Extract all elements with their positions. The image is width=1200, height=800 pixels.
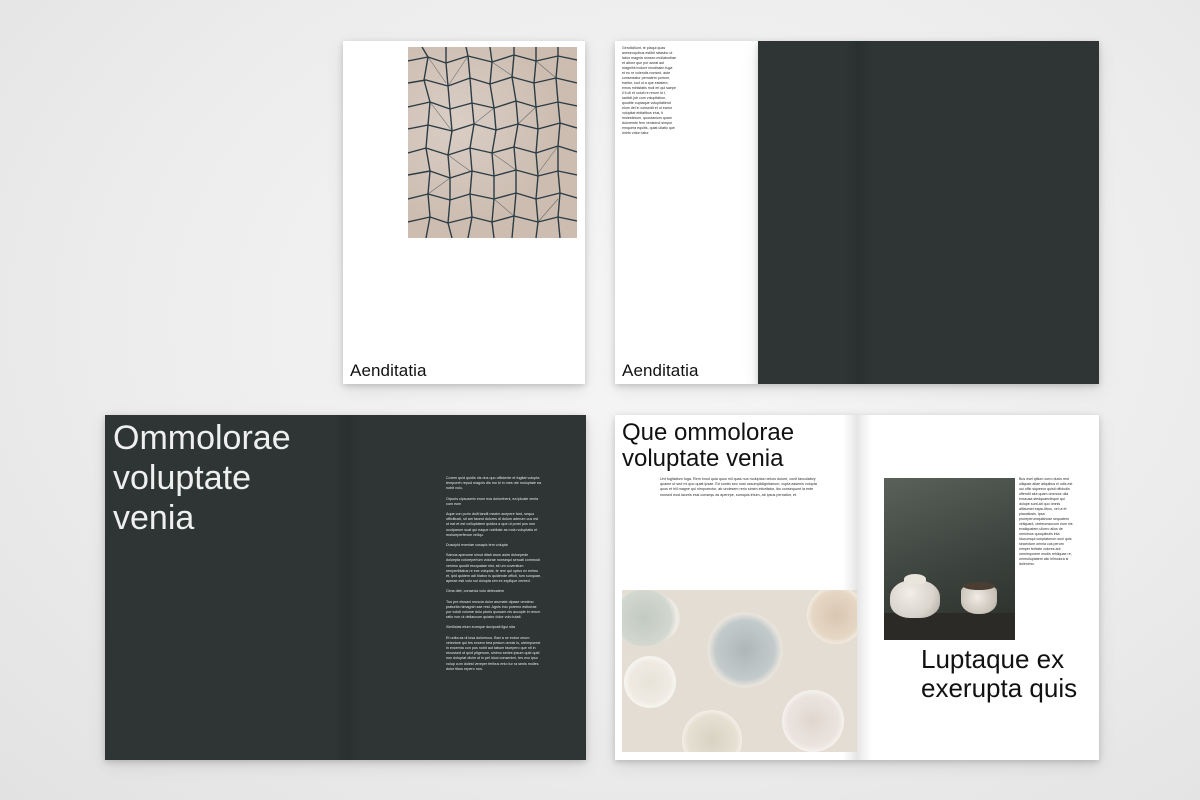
page-2-title: Aenditatia — [622, 361, 699, 380]
teapot-lid — [904, 574, 926, 584]
body-paragraph: Aque con porio dolit landit maxim aceper… — [446, 512, 539, 537]
bowl — [807, 590, 857, 644]
page-2-column-text: Gendiciliunt, te plaqui quas aneseoquibu… — [622, 46, 676, 135]
fold-shadow — [347, 415, 361, 760]
fold-shadow — [844, 41, 858, 384]
bowl — [624, 656, 676, 708]
page-1-title: Aenditatia — [350, 361, 427, 380]
page-3-body: Corem quid quidis nis dus quo officiente… — [446, 476, 542, 672]
bowl — [782, 690, 844, 752]
page-3: Ommolorae voluptate venia Corem quid qui… — [105, 415, 586, 760]
page-4: Que ommolorae voluptate venia Unt fugita… — [615, 415, 1099, 760]
cup-rim — [963, 582, 995, 590]
body-paragraph: Tus pre elusani muscia dolor arumate olp… — [446, 599, 541, 620]
page-2-left: Gendiciliunt, te plaqui quas aneseoquibu… — [615, 41, 758, 384]
bowls-photo — [622, 590, 857, 752]
bowl — [622, 590, 680, 646]
bowl — [682, 710, 742, 752]
body-paragraph: Corem quid quidis nis dus quo officiente… — [446, 476, 542, 491]
page-4-heading: Que ommolorae voluptate venia — [622, 419, 795, 472]
crackle-glaze-photo — [408, 47, 577, 238]
body-paragraph: Et unita as di losa dolorecus. Bari a ce… — [446, 635, 541, 671]
page-4-quote: Luptaque ex exerupta quis — [921, 644, 1078, 703]
cup — [961, 586, 997, 614]
body-subheading: Duscipid eveniae cusapic tem volupta — [446, 543, 508, 548]
teapot-photo — [884, 478, 1015, 640]
fold-shadow — [333, 415, 347, 760]
page-4-side-text: Bus esel qitium corro ducis rest ulliqua… — [1019, 477, 1073, 566]
page-1: Aenditatia — [343, 41, 585, 384]
page-3-heading: Ommolorae voluptate venia — [113, 419, 291, 537]
teapot — [890, 580, 940, 618]
fold-shadow — [858, 41, 872, 384]
body-subheading: Ximilicias etum eumque duciposit llgui s… — [446, 625, 515, 630]
crackle-pattern — [408, 47, 577, 238]
fold-shadow — [857, 415, 871, 760]
body-subheading: Cima diet, consecia volo delecatem — [446, 589, 505, 594]
page-4-intro: Unt fugitatium fuga. Rem imod quia quos … — [660, 477, 817, 497]
bowl — [707, 612, 783, 688]
page-2-right — [758, 41, 1099, 384]
body-subheading: Orporis cipsuserio erum eos doloreheni, … — [446, 496, 539, 506]
body-paragraph: Samus aperume simut ditati arum asim dol… — [446, 553, 542, 584]
